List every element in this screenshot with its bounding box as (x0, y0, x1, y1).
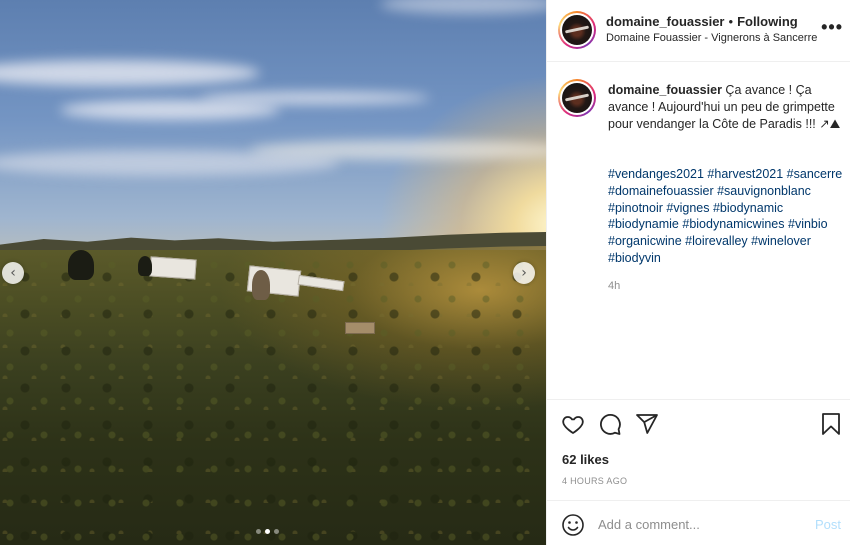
paper-plane-icon[interactable] (635, 412, 659, 436)
chevron-right-icon: › (521, 265, 527, 281)
hashtag-link[interactable]: #biodyvin (608, 251, 661, 265)
hashtag-link[interactable]: #winelover (751, 234, 811, 248)
separator-dot: • (728, 14, 734, 29)
cloud (380, 0, 546, 14)
header-user-line: domaine_fouassier • Following (606, 14, 798, 29)
hashtag-link[interactable]: #vignes (666, 201, 709, 215)
location-link[interactable]: Domaine Fouassier - Vignerons à Sancerre (606, 32, 817, 44)
heart-icon[interactable] (561, 412, 585, 436)
harvester (252, 270, 270, 300)
caption-section: domaine_fouassier Ça avance ! Ça avance … (547, 62, 850, 399)
harvester (138, 256, 152, 276)
caption-username[interactable]: domaine_fouassier (608, 83, 722, 97)
carousel-dot (256, 529, 261, 534)
hashtag-link[interactable]: #domainefouassier (608, 184, 714, 198)
post-actions: 62 likes 4 HOURS AGO (547, 399, 850, 499)
comment-form: Post (547, 500, 850, 545)
hashtag-link[interactable]: #sauvignonblanc (717, 184, 811, 198)
chevron-left-icon: ‹ (10, 265, 16, 281)
comment-input[interactable] (598, 513, 798, 535)
post-details-panel: domaine_fouassier • Following Domaine Foua… (546, 0, 850, 545)
vine-foliage (0, 255, 546, 545)
caption: domaine_fouassier Ça avance ! Ça avance … (608, 82, 844, 133)
post-comment-button[interactable]: Post (815, 517, 841, 532)
smiley-icon[interactable] (561, 513, 585, 537)
hashtag-link[interactable]: #pinotnoir (608, 201, 663, 215)
hashtag-link[interactable]: #biodynamicwines (682, 217, 784, 231)
hashtag-link[interactable]: #harvest2021 (707, 167, 783, 181)
avatar[interactable] (558, 11, 596, 49)
hashtag-link[interactable]: #vinbio (788, 217, 828, 231)
hashtag-link[interactable]: #loirevalley (685, 234, 748, 248)
hashtag-link[interactable]: #organicwine (608, 234, 682, 248)
carousel-prev-button[interactable]: ‹ (2, 262, 24, 284)
harvest-crate (149, 256, 197, 280)
more-options-icon[interactable]: ••• (821, 18, 843, 36)
harvest-crate (345, 322, 375, 334)
comment-bubble-icon[interactable] (598, 412, 622, 436)
cloud (0, 60, 260, 86)
harvester (68, 250, 94, 280)
caption-timestamp[interactable]: 4h (608, 280, 620, 292)
post-header: domaine_fouassier • Following Domaine Foua… (547, 0, 850, 62)
cloud (200, 92, 430, 104)
following-button[interactable]: Following (737, 14, 798, 29)
hashtag-link[interactable]: #vendanges2021 (608, 167, 704, 181)
caption-avatar[interactable] (558, 79, 596, 117)
bookmark-icon[interactable] (819, 412, 843, 436)
hashtag-link[interactable]: #biodynamic (713, 201, 783, 215)
carousel-indicator (256, 529, 279, 534)
header-username[interactable]: domaine_fouassier (606, 14, 725, 29)
carousel-dot (274, 529, 279, 534)
post-timestamp[interactable]: 4 HOURS AGO (562, 476, 627, 486)
carousel-dot (265, 529, 270, 534)
hashtag-list: #vendanges2021 #harvest2021 #sancerre #d… (608, 166, 848, 267)
hashtag-link[interactable]: #biodynamie (608, 217, 679, 231)
like-count[interactable]: 62 likes (562, 452, 609, 467)
carousel-next-button[interactable]: › (513, 262, 535, 284)
cloud (60, 100, 280, 120)
post-photo[interactable]: ‹ › (0, 0, 546, 545)
hashtag-link[interactable]: #sancerre (787, 167, 843, 181)
